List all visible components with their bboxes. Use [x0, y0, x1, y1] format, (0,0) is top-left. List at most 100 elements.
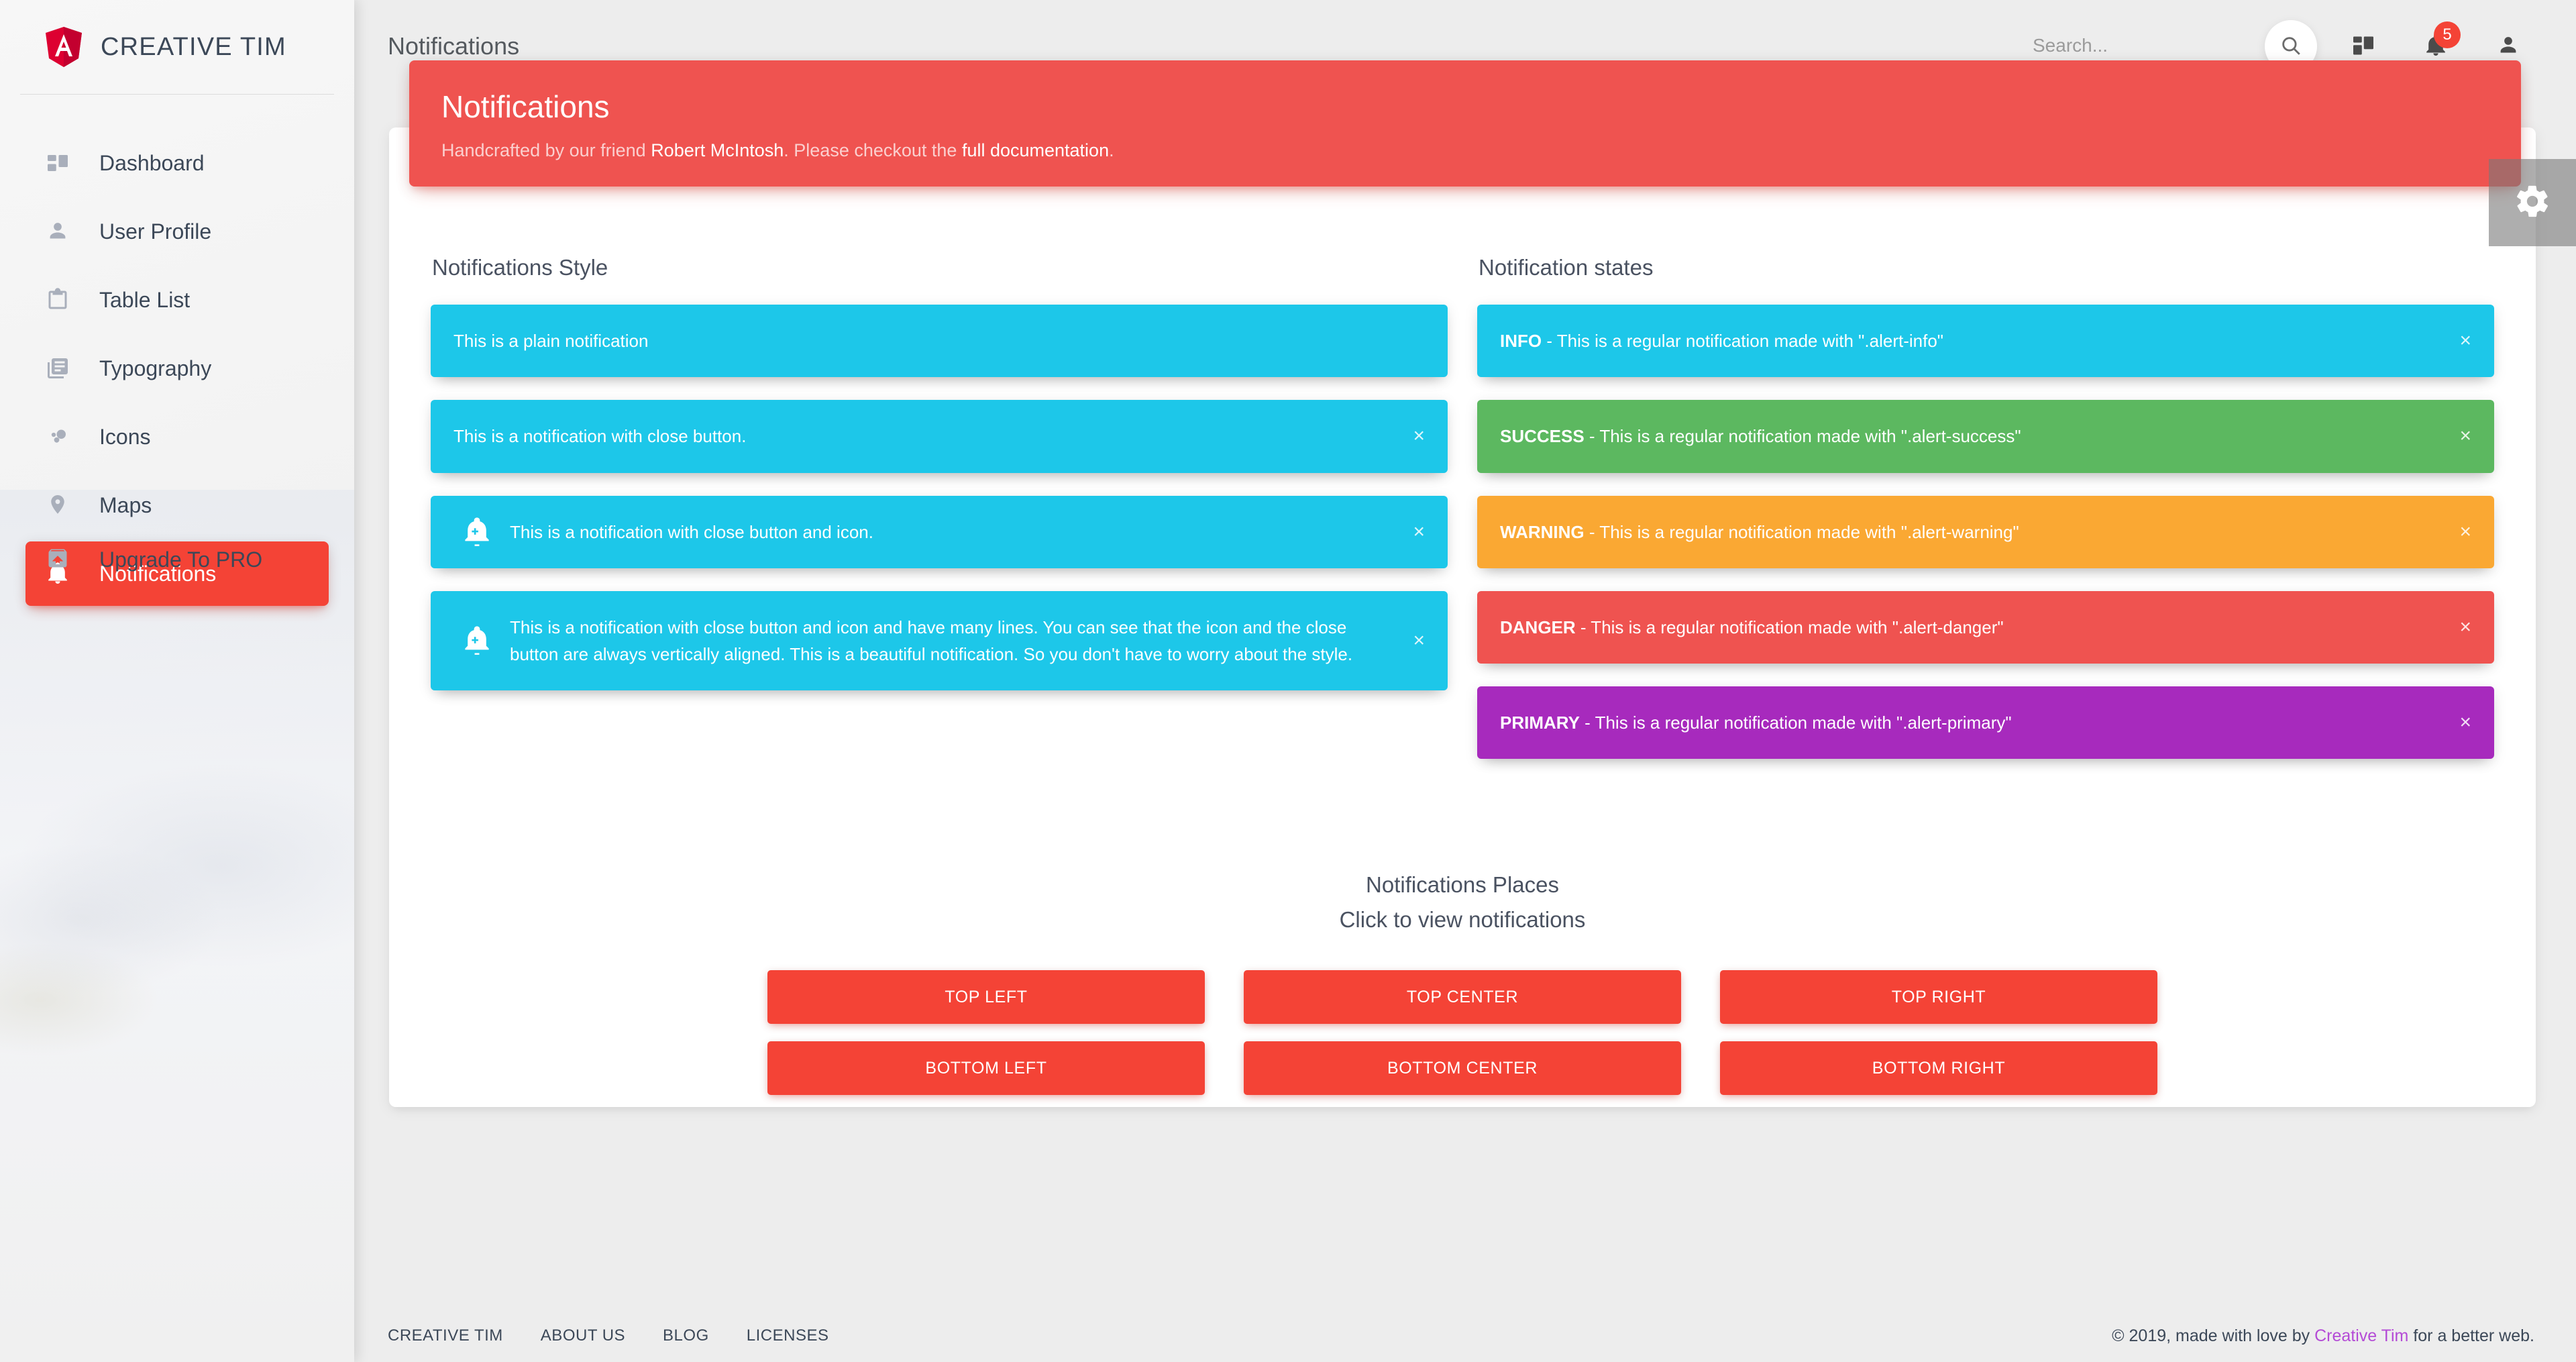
close-icon[interactable]: × — [1413, 426, 1425, 446]
alert-state-info: INFO - This is a regular notification ma… — [1477, 305, 2494, 377]
page-title: Notifications — [388, 32, 519, 60]
banner-subtitle: Handcrafted by our friend Robert McIntos… — [441, 140, 2489, 161]
banner-text-before: Handcrafted by our friend — [441, 140, 651, 160]
sidebar-item-label: Table List — [99, 288, 190, 313]
place-button-top-left[interactable]: TOP LEFT — [767, 970, 1205, 1024]
sidebar-item-user-profile[interactable]: User Profile — [25, 199, 329, 264]
banner-text-middle: . Please checkout the — [784, 140, 962, 160]
sidebar-nav: Dashboard User Profile Table List — [0, 95, 354, 606]
banner-title: Notifications — [441, 89, 2489, 125]
footer-creative-tim-link[interactable]: Creative Tim — [2314, 1326, 2408, 1345]
footer-link-about-us[interactable]: ABOUT US — [541, 1326, 625, 1345]
brand[interactable]: CREATIVE TIM — [0, 0, 354, 94]
alert-state-label: INFO — [1500, 331, 1542, 351]
alert-message: - This is a regular notification made wi… — [1580, 713, 2012, 733]
footer-link-blog[interactable]: BLOG — [663, 1326, 709, 1345]
close-icon[interactable]: × — [2459, 522, 2471, 542]
alert-message: - This is a regular notification made wi… — [1576, 617, 2004, 637]
sidebar: CREATIVE TIM Dashboard — [0, 0, 354, 1362]
banner-documentation-link[interactable]: full documentation — [962, 140, 1109, 160]
sidebar-item-typography[interactable]: Typography — [25, 336, 329, 401]
place-button-bottom-right[interactable]: BOTTOM RIGHT — [1720, 1041, 2157, 1095]
section-title-notifications-style: Notifications Style — [431, 255, 1448, 280]
status-badge: 5 — [2434, 21, 2461, 48]
alert-state-primary: PRIMARY - This is a regular notification… — [1477, 686, 2494, 759]
sidebar-item-label: Upgrade To PRO — [99, 547, 262, 572]
alert-state-label: DANGER — [1500, 617, 1576, 637]
bubble-chart-icon — [46, 425, 83, 449]
footer: CREATIVE TIM ABOUT US BLOG LICENSES © 20… — [354, 1310, 2576, 1362]
sidebar-item-label: Dashboard — [99, 151, 205, 176]
sidebar-item-label: User Profile — [99, 219, 211, 244]
footer-link-creative-tim[interactable]: CREATIVE TIM — [388, 1326, 503, 1345]
sidebar-item-icons[interactable]: Icons — [25, 405, 329, 469]
sidebar-item-maps[interactable]: Maps — [25, 473, 329, 537]
library-books-icon — [46, 356, 83, 380]
places-row-bottom: BOTTOM LEFT BOTTOM CENTER BOTTOM RIGHT — [767, 1041, 2157, 1095]
alert-multiline: This is a notification with close button… — [431, 591, 1448, 691]
alert-message: This is a notification with close button… — [510, 522, 873, 542]
sidebar-item-table-list[interactable]: Table List — [25, 268, 329, 332]
footer-copyright: © 2019, made with love by Creative Tim f… — [2112, 1326, 2534, 1346]
notification-states-column: Notification states INFO - This is a reg… — [1462, 255, 2509, 782]
add-alert-icon — [462, 625, 492, 656]
alert-message: This is a notification with close button… — [510, 617, 1352, 664]
search-input[interactable] — [2030, 28, 2251, 65]
dashboard-icon — [46, 151, 83, 175]
alert-state-label: PRIMARY — [1500, 713, 1580, 733]
person-icon — [2496, 34, 2520, 60]
search-icon — [2279, 34, 2302, 59]
alert-with-close: This is a notification with close button… — [431, 400, 1448, 472]
content-card: Notifications Handcrafted by our friend … — [389, 127, 2536, 1107]
alert-state-danger: DANGER - This is a regular notification … — [1477, 591, 2494, 664]
unarchive-icon — [46, 546, 83, 574]
notifications-places: Notifications Places Click to view notif… — [389, 872, 2536, 1095]
banner-author-link[interactable]: Robert McIntosh — [651, 140, 784, 160]
add-alert-icon — [462, 517, 492, 547]
footer-copy-before: © 2019, made with love by — [2112, 1326, 2314, 1345]
close-icon[interactable]: × — [2459, 617, 2471, 637]
place-button-bottom-center[interactable]: BOTTOM CENTER — [1244, 1041, 1681, 1095]
close-icon[interactable]: × — [2459, 426, 2471, 446]
alert-message: - This is a regular notification made wi… — [1585, 522, 2019, 542]
alert-with-close-and-icon: This is a notification with close button… — [431, 496, 1448, 568]
alert-state-success: SUCCESS - This is a regular notification… — [1477, 400, 2494, 472]
place-button-bottom-left[interactable]: BOTTOM LEFT — [767, 1041, 1205, 1095]
alert-message: - This is a regular notification made wi… — [1585, 426, 2021, 446]
footer-copy-after: for a better web. — [2408, 1326, 2534, 1345]
place-button-top-right[interactable]: TOP RIGHT — [1720, 970, 2157, 1024]
main-area: Notifications — [354, 0, 2576, 1362]
alert-state-warning: WARNING - This is a regular notification… — [1477, 496, 2494, 568]
place-button-top-center[interactable]: TOP CENTER — [1244, 970, 1681, 1024]
clipboard-icon — [46, 288, 83, 312]
person-icon — [46, 219, 83, 244]
brand-name: CREATIVE TIM — [101, 33, 286, 62]
places-row-top: TOP LEFT TOP CENTER TOP RIGHT — [767, 970, 2157, 1024]
sidebar-item-upgrade-to-pro[interactable]: Upgrade To PRO — [0, 546, 354, 574]
close-icon[interactable]: × — [2459, 713, 2471, 733]
alert-plain: This is a plain notification — [431, 305, 1448, 377]
settings-panel-toggle[interactable] — [2489, 159, 2576, 246]
alert-message: This is a plain notification — [453, 331, 648, 351]
banner-text-after: . — [1109, 140, 1114, 160]
gear-icon — [2514, 182, 2551, 223]
sidebar-item-label: Typography — [99, 356, 211, 381]
sidebar-item-dashboard[interactable]: Dashboard — [25, 131, 329, 195]
notifications-style-column: Notifications Style This is a plain noti… — [416, 255, 1462, 782]
close-icon[interactable]: × — [1413, 522, 1425, 542]
footer-link-licenses[interactable]: LICENSES — [747, 1326, 829, 1345]
places-subtitle: Click to view notifications — [389, 907, 2536, 933]
alert-message: This is a notification with close button… — [453, 426, 746, 446]
page-banner: Notifications Handcrafted by our friend … — [409, 60, 2521, 187]
grid-icon — [2351, 34, 2375, 60]
angular-shield-logo-icon — [46, 27, 82, 67]
sidebar-background-image — [0, 490, 354, 1362]
alert-state-label: SUCCESS — [1500, 426, 1585, 446]
places-title: Notifications Places — [389, 872, 2536, 898]
footer-links: CREATIVE TIM ABOUT US BLOG LICENSES — [388, 1326, 866, 1345]
sidebar-item-label: Maps — [99, 493, 152, 518]
sidebar-item-label: Icons — [99, 425, 150, 450]
close-icon[interactable]: × — [2459, 331, 2471, 351]
close-icon[interactable]: × — [1413, 631, 1425, 651]
alert-message: - This is a regular notification made wi… — [1542, 331, 1943, 351]
